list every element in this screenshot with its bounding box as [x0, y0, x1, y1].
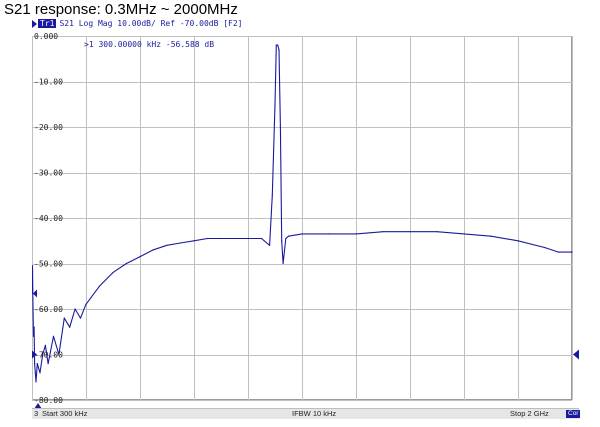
data-point: [544, 247, 546, 249]
data-point: [279, 126, 281, 128]
data-point: [557, 251, 560, 253]
data-point: [44, 344, 46, 346]
data-point: [282, 262, 284, 265]
y-tick-label: -60.00: [34, 305, 63, 314]
active-trace-triangle-icon: [32, 19, 37, 28]
data-point: [247, 237, 249, 240]
data-point: [571, 251, 573, 253]
data-point: [436, 231, 438, 233]
data-point: [277, 44, 279, 46]
y-tick-label: -50.00: [34, 260, 63, 269]
data-point: [179, 242, 181, 244]
data-point: [47, 363, 49, 365]
marker-1-icon: [33, 289, 37, 298]
trace-tag[interactable]: Tr1: [38, 19, 57, 28]
data-point: [34, 363, 36, 365]
data-point: [193, 240, 195, 242]
data-point: [269, 244, 271, 246]
data-point: [355, 233, 357, 235]
trace-settings: S21 Log Mag 10.00dB/ Ref -70.00dB [F2]: [59, 19, 243, 28]
y-tick-label: -10.00: [34, 78, 63, 87]
correction-badge[interactable]: Cor: [566, 410, 581, 418]
data-point: [409, 231, 411, 233]
data-point: [278, 49, 280, 51]
data-point: [33, 326, 35, 328]
data-point: [285, 237, 287, 240]
ref-level-right-icon: [573, 349, 579, 360]
data-point: [63, 317, 65, 319]
data-point: [287, 235, 290, 237]
data-point: [271, 194, 273, 196]
data-point: [274, 103, 276, 105]
data-point: [74, 308, 76, 310]
data-point: [382, 231, 384, 233]
y-tick-label: -30.00: [34, 169, 63, 178]
data-point: [260, 237, 263, 240]
y-tick-label: 0.000: [34, 32, 58, 41]
data-point: [85, 303, 87, 305]
data-point: [36, 363, 38, 365]
start-frequency[interactable]: Start 300 kHz: [42, 409, 87, 419]
data-point: [206, 237, 208, 240]
marker-readout: >1 300.00000 kHz -56.588 dB: [84, 40, 214, 49]
y-tick-label: -20.00: [34, 123, 63, 132]
data-point: [98, 285, 100, 287]
data-point: [233, 237, 235, 240]
stop-frequency[interactable]: Stop 2 GHz: [510, 409, 549, 419]
data-point: [328, 233, 330, 235]
data-point: [517, 240, 519, 242]
data-point: [275, 44, 277, 46]
data-point: [35, 381, 37, 383]
data-point: [281, 240, 283, 242]
data-point: [125, 262, 127, 265]
data-point: [69, 326, 71, 328]
plot-area[interactable]: 0.000 -10.00 -20.00 -30.00 -40.00 -50.00 -60.0…: [32, 18, 579, 418]
data-point: [32, 335, 35, 337]
y-tick-label: -40.00: [34, 214, 63, 223]
y-tick-label: -70.00: [34, 351, 63, 360]
status-bar: 3 Start 300 kHz IFBW 10 kHz Stop 2 GHz C…: [32, 408, 581, 419]
ifbw-setting[interactable]: IFBW 10 kHz: [292, 409, 336, 419]
data-point: [463, 233, 465, 235]
trace-header[interactable]: Tr1 S21 Log Mag 10.00dB/ Ref -70.00dB [F…: [32, 18, 242, 29]
data-point: [79, 317, 82, 319]
data-point: [152, 249, 154, 251]
page-title: S21 response: 0.3MHz ~ 2000MHz: [4, 1, 238, 18]
data-point: [112, 272, 114, 274]
analyzer-screen: 0.000 -10.00 -20.00 -30.00 -40.00 -50.00 -60.0…: [32, 18, 579, 418]
data-point: [139, 256, 141, 258]
data-point: [220, 237, 222, 240]
channel-number: 3: [34, 409, 39, 418]
data-point: [52, 335, 55, 337]
data-point: [301, 233, 303, 235]
data-point: [39, 372, 41, 374]
data-point: [166, 244, 168, 246]
data-point: [490, 235, 492, 237]
